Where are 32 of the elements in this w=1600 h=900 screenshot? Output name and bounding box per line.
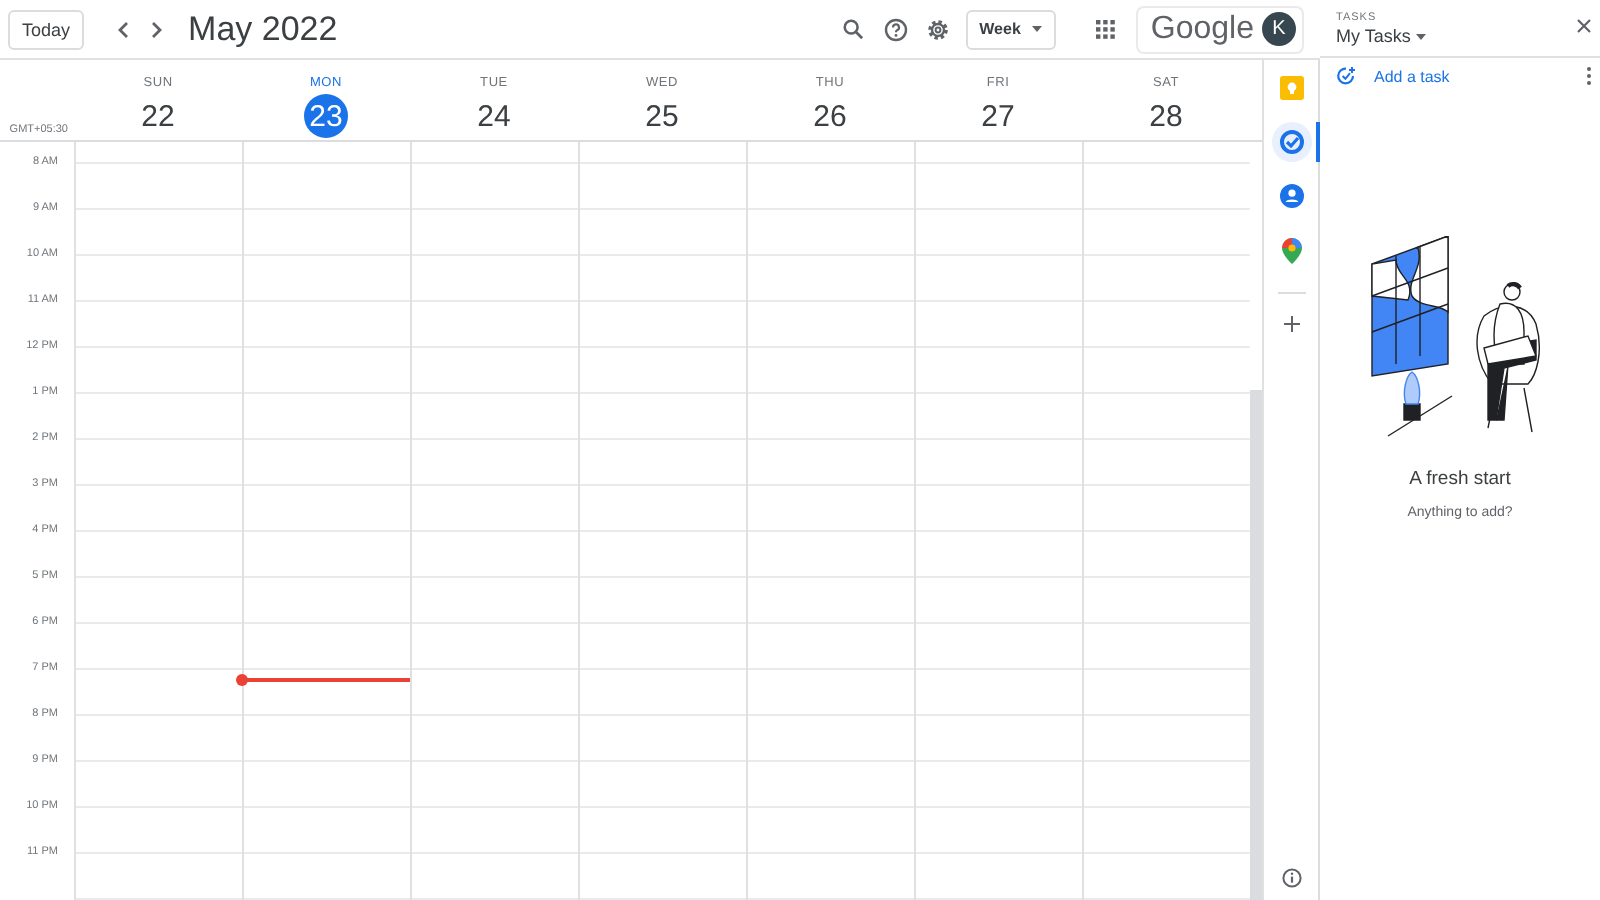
close-icon[interactable] [1576,18,1592,34]
caret-icon [1032,26,1043,32]
add-task-icon [1336,66,1356,86]
date-number[interactable]: 22 [136,94,180,138]
date-number[interactable]: 23 [304,94,348,138]
add-task-button[interactable]: Add a task [1336,66,1450,86]
month-title: May 2022 [188,9,338,49]
empty-state-title: A fresh start [1409,468,1511,490]
brand-wordmark: Google [1150,11,1254,47]
caret-icon [1416,33,1427,39]
date-number[interactable]: 26 [808,94,852,138]
account-chip[interactable]: Google K [1136,5,1304,53]
more-options-icon[interactable] [1586,66,1592,86]
account-avatar[interactable]: K [1262,12,1296,46]
help-icon[interactable] [883,17,908,41]
today-button[interactable]: Today [8,9,85,49]
map-pin-icon [1281,237,1301,263]
person-icon [1279,184,1303,208]
date-number[interactable]: 25 [640,94,684,138]
apps-grid-icon[interactable] [1096,19,1117,39]
view-dropdown[interactable]: Week [965,9,1057,49]
settings-icon[interactable] [925,17,950,41]
task-check-icon [1279,130,1303,154]
date-number[interactable]: 27 [976,94,1020,138]
note-icon [1279,76,1303,100]
info-icon[interactable] [1281,868,1301,888]
plus-icon[interactable] [1283,316,1299,332]
scrollbar[interactable] [1250,390,1262,900]
date-number[interactable]: 28 [1144,94,1188,138]
search-icon[interactable] [841,18,864,40]
date-number[interactable]: 24 [472,94,516,138]
task-list-dropdown[interactable]: My Tasks [1336,26,1427,46]
